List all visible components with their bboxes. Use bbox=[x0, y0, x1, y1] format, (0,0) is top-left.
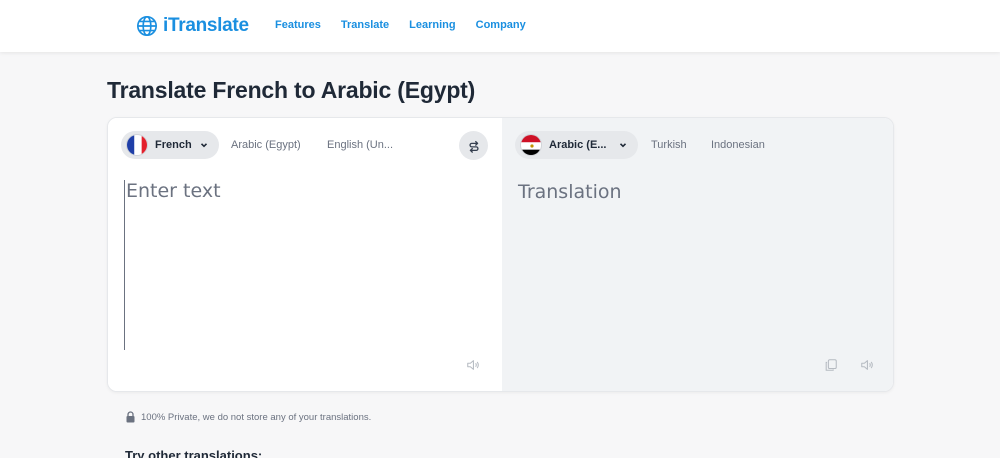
source-language-label: French bbox=[155, 139, 192, 151]
nav-learning-link[interactable]: Learning bbox=[409, 19, 455, 31]
source-speak-button[interactable] bbox=[465, 357, 481, 373]
target-speak-button[interactable] bbox=[859, 357, 875, 373]
source-option-arabic-egypt[interactable]: Arabic (Egypt) bbox=[231, 139, 301, 151]
copy-icon bbox=[825, 359, 837, 371]
top-navbar: iTranslate Features Translate Learning C… bbox=[0, 0, 1000, 52]
target-option-turkish[interactable]: Turkish bbox=[651, 139, 687, 151]
nav-features-link[interactable]: Features bbox=[275, 19, 321, 31]
brand-name: iTranslate bbox=[163, 15, 249, 36]
main-nav: Features Translate Learning Company bbox=[275, 19, 546, 31]
chevron-down-icon bbox=[620, 143, 627, 148]
chevron-down-icon bbox=[200, 143, 207, 148]
globe-icon bbox=[137, 16, 157, 36]
other-translations-heading: Try other translations: bbox=[125, 448, 263, 458]
target-pane: Arabic (E... Turkish Indonesian Translat… bbox=[502, 118, 893, 391]
target-option-indonesian[interactable]: Indonesian bbox=[711, 139, 765, 151]
page-title: Translate French to Arabic (Egypt) bbox=[107, 77, 476, 103]
privacy-note: 100% Private, we do not store any of you… bbox=[125, 411, 371, 423]
nav-translate-link[interactable]: Translate bbox=[341, 19, 389, 31]
source-language-selector[interactable]: French bbox=[121, 131, 219, 159]
target-language-label: Arabic (E... bbox=[549, 139, 607, 151]
swap-icon bbox=[468, 140, 479, 153]
source-option-english[interactable]: English (Un... bbox=[327, 139, 393, 151]
translation-output: Translation bbox=[518, 181, 622, 203]
lock-icon bbox=[126, 411, 135, 423]
translator-card: French Arabic (Egypt) English (Un... Ent… bbox=[107, 117, 894, 392]
copy-translation-button[interactable] bbox=[823, 357, 839, 373]
nav-company-link[interactable]: Company bbox=[476, 19, 526, 31]
source-text-input[interactable] bbox=[124, 180, 486, 350]
france-flag-icon bbox=[126, 134, 148, 156]
speaker-icon bbox=[861, 360, 873, 370]
swap-languages-button[interactable] bbox=[459, 131, 488, 160]
brand-logo[interactable]: iTranslate bbox=[136, 13, 249, 39]
privacy-text: 100% Private, we do not store any of you… bbox=[141, 411, 372, 423]
source-pane: French Arabic (Egypt) English (Un... bbox=[108, 118, 502, 391]
target-language-selector[interactable]: Arabic (E... bbox=[515, 131, 639, 159]
speaker-icon bbox=[467, 360, 479, 370]
egypt-flag-icon bbox=[520, 134, 542, 156]
